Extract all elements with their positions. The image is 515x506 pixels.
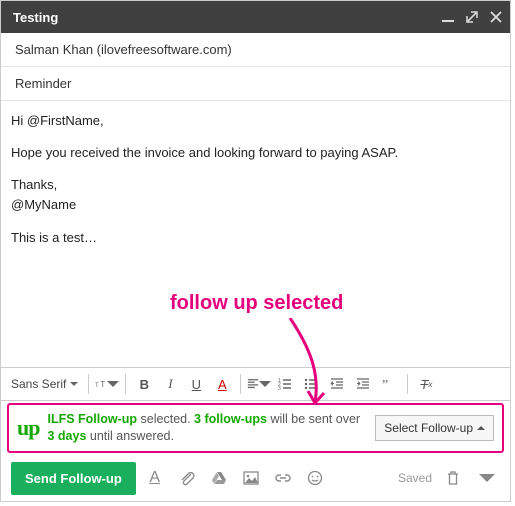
followup-days: 3 days [47, 429, 86, 443]
svg-text:”: ” [382, 378, 388, 391]
photo-icon[interactable] [238, 465, 264, 491]
myname-token: @MyName [11, 197, 76, 212]
t3: until answered. [86, 429, 174, 443]
discard-icon[interactable] [440, 465, 466, 491]
t2: will be sent over [267, 412, 360, 426]
svg-text:T: T [95, 383, 99, 389]
strikethrough-button[interactable]: Tx [414, 372, 438, 396]
window-title: Testing [13, 10, 58, 25]
bottom-right-group: Saved [398, 465, 500, 491]
t1: selected. [137, 412, 194, 426]
greeting-post: , [100, 113, 104, 128]
chevron-up-icon [477, 424, 485, 432]
followup-count: 3 follow-ups [194, 412, 267, 426]
compose-bottom-bar: Send Follow-up A Saved [1, 455, 510, 501]
bullet-list-button[interactable] [299, 372, 323, 396]
font-size-button[interactable]: TT [95, 372, 119, 396]
align-button[interactable] [247, 372, 271, 396]
more-options-icon[interactable] [474, 465, 500, 491]
saved-label: Saved [398, 471, 432, 485]
close-icon[interactable] [490, 11, 502, 23]
subject-field[interactable]: Reminder [1, 67, 510, 101]
minimize-icon[interactable] [442, 11, 454, 23]
window-titlebar: Testing [1, 1, 510, 33]
svg-text:T: T [101, 380, 106, 389]
link-icon[interactable] [270, 465, 296, 491]
bold-button[interactable]: B [132, 372, 156, 396]
send-followup-button[interactable]: Send Follow-up [11, 462, 136, 495]
italic-button[interactable]: I [158, 372, 182, 396]
formatting-toolbar: Sans Serif TT B I U A 123 ” Tx [1, 367, 510, 401]
followup-bar: up ILFS Follow-up selected. 3 follow-ups… [7, 403, 504, 453]
font-family-label: Sans Serif [11, 377, 66, 391]
body-line-1: Hope you received the invoice and lookin… [11, 143, 496, 163]
attach-icon[interactable] [174, 465, 200, 491]
numbered-list-button[interactable]: 123 [273, 372, 297, 396]
compose-window: Testing Salman Khan (ilovefreesoftware.c… [0, 0, 511, 502]
quote-button[interactable]: ” [377, 372, 401, 396]
indent-less-button[interactable] [325, 372, 349, 396]
greeting-pre: Hi [11, 113, 27, 128]
followup-name: ILFS Follow-up [47, 412, 137, 426]
popout-icon[interactable] [466, 11, 478, 23]
emoji-icon[interactable] [302, 465, 328, 491]
body-extra: This is a test… [11, 228, 496, 248]
drive-icon[interactable] [206, 465, 232, 491]
followup-logo: up [17, 418, 39, 438]
annotation-label: follow up selected [170, 292, 343, 315]
followup-status-text: ILFS Follow-up selected. 3 follow-ups wi… [47, 411, 367, 445]
formatting-a-icon[interactable]: A [142, 465, 168, 491]
thanks: Thanks, [11, 177, 57, 192]
text-color-button[interactable]: A [210, 372, 234, 396]
chevron-down-icon [70, 380, 78, 388]
font-family-select[interactable]: Sans Serif [9, 377, 82, 391]
window-controls [442, 11, 502, 23]
to-field[interactable]: Salman Khan (ilovefreesoftware.com) [1, 33, 510, 67]
firstname-token: @FirstName [27, 113, 100, 128]
select-followup-button[interactable]: Select Follow-up [375, 415, 494, 441]
message-body[interactable]: Hi @FirstName, Hope you received the inv… [1, 101, 510, 367]
select-followup-label: Select Follow-up [384, 421, 473, 435]
indent-more-button[interactable] [351, 372, 375, 396]
underline-button[interactable]: U [184, 372, 208, 396]
svg-text:3: 3 [278, 386, 281, 391]
